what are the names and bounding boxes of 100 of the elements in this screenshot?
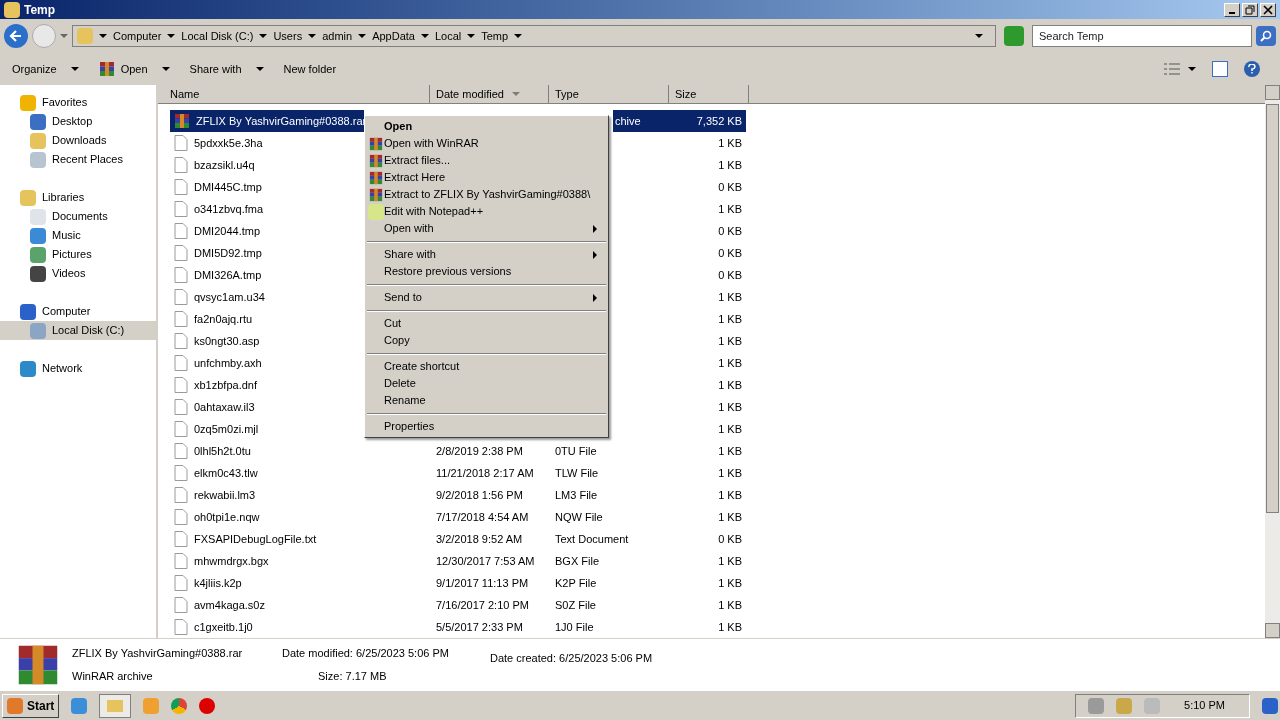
back-button[interactable]: [4, 24, 28, 48]
view-options-button[interactable]: [1164, 63, 1196, 75]
menu-item[interactable]: Copy: [367, 332, 606, 349]
file-name-cell[interactable]: xb1zbfpa.dnf: [170, 374, 364, 396]
file-name-cell[interactable]: rekwabii.lm3: [170, 484, 364, 506]
menu-item[interactable]: Send to: [367, 289, 606, 306]
file-name-cell[interactable]: DMI445C.tmp: [170, 176, 364, 198]
sidebar-item[interactable]: Music: [0, 226, 156, 245]
file-name-cell[interactable]: DMI5D92.tmp: [170, 242, 364, 264]
menu-item[interactable]: Open: [367, 118, 606, 135]
size-cell-text: 1 KB: [718, 311, 742, 327]
sidebar-group[interactable]: Network: [0, 359, 156, 378]
menu-item[interactable]: Create shortcut: [367, 358, 606, 375]
restore-button[interactable]: [1242, 2, 1258, 17]
column-header[interactable]: Date modified: [430, 85, 549, 103]
menu-item[interactable]: Cut: [367, 315, 606, 332]
file-name-cell[interactable]: DMI2044.tmp: [170, 220, 364, 242]
breadcrumb[interactable]: Computer: [113, 27, 162, 45]
file-name-cell[interactable]: DMI326A.tmp: [170, 264, 364, 286]
sidebar-item[interactable]: Documents: [0, 207, 156, 226]
file-name-cell[interactable]: k4jliis.k2p: [170, 572, 364, 594]
file-name-cell[interactable]: elkm0c43.tlw: [170, 462, 364, 484]
search-button[interactable]: [1256, 26, 1276, 46]
search-field[interactable]: Search Temp: [1032, 25, 1252, 47]
menu-item[interactable]: Properties: [367, 418, 606, 435]
breadcrumb[interactable]: Temp: [481, 27, 509, 45]
file-name-cell[interactable]: c1gxeitb.1j0: [170, 616, 364, 638]
sidebar-item[interactable]: Downloads: [0, 131, 156, 150]
scrollbar[interactable]: [1265, 85, 1280, 638]
file-name-cell[interactable]: qvsyc1am.u34: [170, 286, 364, 308]
sidebar-item[interactable]: Videos: [0, 264, 156, 283]
file-icon: [174, 399, 188, 415]
help-button[interactable]: [1244, 61, 1260, 77]
menu-item[interactable]: Extract Here: [367, 169, 606, 186]
details-size: Size: 7.17 MB: [317, 668, 388, 684]
date-cell-text: 9/1/2017 11:13 PM: [436, 575, 529, 591]
menu-item[interactable]: Delete: [367, 375, 606, 392]
size-cell-text: 1 KB: [718, 157, 742, 173]
close-button[interactable]: [1260, 2, 1276, 17]
size-cell-text: 1 KB: [718, 355, 742, 371]
stop-icon[interactable]: [199, 697, 216, 714]
preview-pane-button[interactable]: [1212, 61, 1228, 77]
sidebar-group[interactable]: Computer: [0, 302, 156, 321]
menu-item[interactable]: Extract files...: [367, 152, 606, 169]
column-header[interactable]: Type: [549, 85, 669, 103]
file-name-cell[interactable]: FXSAPIDebugLogFile.txt: [170, 528, 364, 550]
size-cell-text: 1 KB: [718, 201, 742, 217]
file-name-cell[interactable]: ks0ngt30.asp: [170, 330, 364, 352]
file-name-cell[interactable]: avm4kaga.s0z: [170, 594, 364, 616]
archive-icon: [368, 153, 383, 168]
sidebar-group[interactable]: Favorites: [0, 93, 156, 112]
menu-item[interactable]: Share with: [367, 246, 606, 263]
toolbar-button[interactable]: Share with: [189, 60, 264, 78]
address-bar[interactable]: Computer Local Disk (C:) Users admin AppData Local Temp: [72, 25, 996, 47]
file-name-cell[interactable]: fa2n0ajq.rtu: [170, 308, 364, 330]
column-header[interactable]: Size: [669, 85, 749, 103]
type-cell-text: Text Document: [555, 531, 629, 547]
file-name: mhwmdrgx.bgx: [194, 553, 269, 569]
archive-icon: [368, 187, 383, 202]
menu-item[interactable]: Open with WinRAR: [367, 135, 606, 152]
question-mark-icon: [1248, 64, 1256, 74]
toolbar-button[interactable]: New folder: [283, 60, 337, 78]
file-name-cell[interactable]: mhwmdrgx.bgx: [170, 550, 364, 572]
column-header[interactable]: Name: [158, 85, 430, 103]
menu-item[interactable]: Extract to ZFLIX By YashvirGaming#0388\: [367, 186, 606, 203]
file-name-cell[interactable]: bzazsikl.u4q: [170, 154, 364, 176]
sidebar-item[interactable]: Desktop: [0, 112, 156, 131]
minimize-button[interactable]: [1224, 2, 1240, 17]
breadcrumb[interactable]: Users: [273, 27, 303, 45]
file-name-cell[interactable]: o341zbvq.fma: [170, 198, 364, 220]
type-cell: chive: [613, 110, 669, 132]
menu-item[interactable]: Rename: [367, 392, 606, 409]
file-name-cell[interactable]: 5pdxxk5e.3ha: [170, 132, 364, 154]
caret-icon: [308, 32, 317, 40]
breadcrumb[interactable]: AppData: [372, 27, 415, 45]
sidebar-group[interactable]: Libraries: [0, 188, 156, 207]
file-name-cell[interactable]: 0ahtaxaw.il3: [170, 396, 364, 418]
menu-item[interactable]: Edit with Notepad++: [367, 203, 606, 220]
taskbar-explorer-button[interactable]: [99, 693, 132, 718]
type-cell-text: BGX File: [555, 553, 599, 569]
file-name: o341zbvq.fma: [194, 201, 264, 217]
size-cell-text: 1 KB: [718, 443, 742, 459]
menu-item[interactable]: Restore previous versions: [367, 263, 606, 280]
caret-icon: [60, 32, 68, 40]
breadcrumb[interactable]: Local Disk (C:): [181, 27, 254, 45]
start-button[interactable]: Start: [2, 693, 60, 718]
file-name: c1gxeitb.1j0: [194, 619, 253, 635]
breadcrumb[interactable]: admin: [322, 27, 353, 45]
toolbar-button[interactable]: Organize: [12, 60, 79, 78]
menu-item[interactable]: Open with: [367, 220, 606, 237]
sidebar-item[interactable]: Recent Places: [0, 150, 156, 169]
breadcrumb[interactable]: Local: [434, 27, 462, 45]
size-cell-text: 1 KB: [718, 597, 742, 613]
file-name-cell[interactable]: oh0tpi1e.nqw: [170, 506, 364, 528]
toolbar-button[interactable]: Open: [98, 60, 170, 78]
file-name-cell[interactable]: 0lhl5h2t.0tu: [170, 440, 364, 462]
sidebar-item[interactable]: Pictures: [0, 245, 156, 264]
file-name-cell[interactable]: 0zq5m0zi.mjl: [170, 418, 364, 440]
file-name-cell[interactable]: unfchmby.axh: [170, 352, 364, 374]
sidebar-item[interactable]: Local Disk (C:): [0, 321, 156, 340]
